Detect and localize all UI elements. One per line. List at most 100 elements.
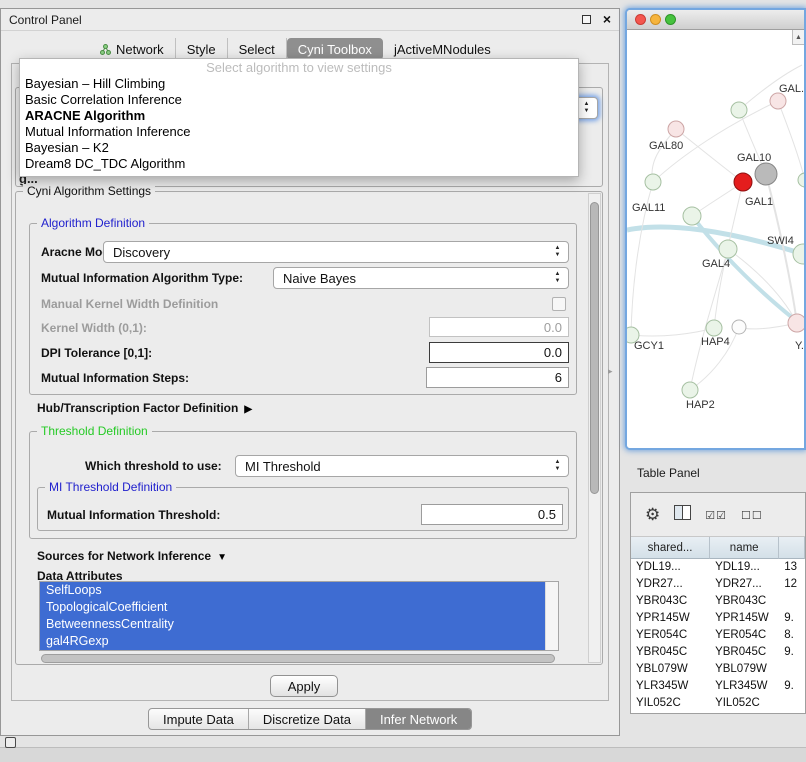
table-row[interactable]: YBL079WYBL079W (631, 661, 805, 678)
network-edge[interactable] (778, 101, 805, 180)
horizontal-scrollbar[interactable] (39, 653, 559, 664)
threshold-definition-title: Threshold Definition (37, 424, 152, 438)
column-header[interactable] (779, 537, 805, 559)
algorithm-option[interactable]: ARACNE Algorithm (20, 108, 578, 124)
table-row[interactable]: YDR27...YDR27...12 (631, 576, 805, 593)
close-traffic-light-icon[interactable] (635, 14, 646, 25)
data-attribute-item[interactable]: BetweennessCentrality (40, 616, 545, 633)
table-row[interactable]: YPR145WYPR145W9. (631, 610, 805, 627)
manual-kernel-checkbox[interactable] (552, 297, 566, 311)
network-node[interactable] (683, 207, 701, 225)
tab-jactivemnodules[interactable]: jActiveMNodules (383, 38, 502, 60)
network-node[interactable] (645, 174, 661, 190)
network-window-titlebar[interactable] (627, 10, 804, 30)
table-cell: 8. (779, 627, 805, 644)
tab-label: Style (187, 42, 216, 57)
network-node[interactable] (719, 240, 737, 258)
table-row[interactable]: YBR043CYBR043C (631, 593, 805, 610)
algorithm-option[interactable]: Bayesian – K2 (20, 140, 578, 156)
tab-select[interactable]: Select (228, 38, 287, 60)
bottom-tab-infer-network[interactable]: Infer Network (366, 709, 471, 729)
algorithm-option[interactable]: Dream8 DC_TDC Algorithm (20, 156, 578, 172)
list-scrollbar[interactable] (545, 582, 558, 650)
network-canvas-area[interactable]: ▲ GAL...GAL80GAL10GAL11GAL1SWI4GAL4GCY1H… (627, 30, 804, 448)
tab-network[interactable]: Network (89, 38, 176, 60)
network-node[interactable] (734, 173, 752, 191)
data-attribute-item[interactable]: gal4RGexp (40, 633, 545, 650)
table-row[interactable]: YBR045CYBR045C9. (631, 644, 805, 661)
scrollbar-thumb[interactable] (590, 202, 599, 494)
data-attribute-item[interactable]: TopologicalCoefficient (40, 599, 545, 616)
table-row[interactable]: YER054CYER054C8. (631, 627, 805, 644)
down-arrow-icon: ▼ (555, 252, 561, 259)
tab-cyni-toolbox[interactable]: Cyni Toolbox (287, 38, 383, 60)
control-panel-window: Control Panel × NetworkStyleSelectCyni T… (0, 8, 620, 736)
scroll-up-button[interactable]: ▲ (792, 30, 804, 45)
gear-icon[interactable]: ⚙ (645, 505, 660, 525)
algorithm-option[interactable]: Bayesian – Hill Climbing (20, 76, 578, 92)
algorithm-definition-title: Algorithm Definition (37, 216, 149, 230)
network-node[interactable] (731, 102, 747, 118)
table-toolbar: ⚙ ☑☑ ☐☐ (631, 493, 805, 537)
table-row[interactable]: YIL052CYIL052C (631, 695, 805, 712)
table-cell (779, 661, 805, 678)
network-node[interactable] (798, 173, 806, 187)
network-node[interactable] (668, 121, 684, 137)
network-node[interactable] (793, 244, 806, 264)
network-node[interactable] (706, 320, 722, 336)
tab-style[interactable]: Style (176, 38, 228, 60)
zoom-traffic-light-icon[interactable] (665, 14, 676, 25)
bottom-tab-discretize-data[interactable]: Discretize Data (249, 709, 366, 729)
bottom-tab-impute-data[interactable]: Impute Data (149, 709, 249, 729)
network-edge[interactable] (690, 249, 728, 390)
docked-panel-icon[interactable] (5, 737, 16, 748)
network-node[interactable] (788, 314, 806, 332)
dropdown-options: Bayesian – Hill ClimbingBasic Correlatio… (20, 76, 578, 172)
scrollbar-thumb[interactable] (41, 654, 555, 663)
mi-steps-input[interactable]: 6 (426, 367, 569, 388)
network-node[interactable] (732, 320, 746, 334)
control-panel-tabs: Network Style SelectCyni ToolboxjActiveMNo… (89, 38, 502, 60)
settings-scrollbar[interactable] (588, 193, 601, 663)
unchecked-box-icon: ☐ (741, 510, 752, 522)
network-node[interactable] (770, 93, 786, 109)
table-cell: YBR043C (631, 593, 710, 610)
kernel-width-input[interactable]: 0.0 (429, 317, 569, 337)
table-row[interactable]: YDL19...YDL19...13 (631, 559, 805, 576)
sources-toggle[interactable]: Sources for Network Inference▼ (37, 549, 227, 563)
network-edge[interactable] (631, 328, 714, 336)
columns-icon[interactable] (674, 505, 691, 525)
node-label: GAL1 (745, 196, 773, 208)
network-view-window[interactable]: ▲ GAL...GAL80GAL10GAL11GAL1SWI4GAL4GCY1H… (625, 8, 806, 450)
select-all-columns-icon[interactable]: ☑☑ (705, 506, 727, 524)
column-header[interactable]: shared... (631, 537, 710, 559)
mi-threshold-input[interactable]: 0.5 (421, 504, 563, 525)
node-label: GAL... (779, 83, 806, 95)
deselect-all-columns-icon[interactable]: ☐☐ (741, 506, 763, 524)
minimize-traffic-light-icon[interactable] (650, 14, 661, 25)
network-graph[interactable]: GAL...GAL80GAL10GAL11GAL1SWI4GAL4GCY1HAP… (627, 30, 806, 448)
dpi-tolerance-input[interactable]: 0.0 (429, 342, 569, 363)
network-node[interactable] (682, 382, 698, 398)
column-header[interactable]: name (710, 537, 779, 559)
mi-algorithm-type-select[interactable]: Naive Bayes ▲▼ (273, 267, 569, 289)
table-cell: YDL19... (710, 559, 779, 576)
node-label: GAL11 (632, 202, 665, 214)
network-node[interactable] (755, 163, 777, 185)
splitter-handle-icon[interactable]: ▸ (608, 366, 613, 377)
algorithm-option[interactable]: Mutual Information Inference (20, 124, 578, 140)
close-icon[interactable]: × (603, 11, 611, 27)
table-row[interactable]: YLR345WYLR345W9. (631, 678, 805, 695)
hub-definition-toggle[interactable]: Hub/Transcription Factor Definition▶ (37, 401, 252, 415)
aracne-mode-select[interactable]: Discovery ▲▼ (103, 241, 569, 263)
table-cell: YBL079W (710, 661, 779, 678)
table-cell: YDR27... (710, 576, 779, 593)
apply-button[interactable]: Apply (270, 675, 338, 697)
data-attribute-item[interactable]: SelfLoops (40, 582, 545, 599)
combo-value: MI Threshold (245, 459, 321, 474)
algorithm-option[interactable]: Basic Correlation Inference (20, 92, 578, 108)
which-threshold-select[interactable]: MI Threshold ▲▼ (235, 455, 569, 477)
float-window-icon[interactable] (582, 15, 591, 24)
data-attributes-list[interactable]: SelfLoopsTopologicalCoefficientBetweenne… (39, 581, 559, 651)
table-cell: YIL052C (710, 695, 779, 712)
